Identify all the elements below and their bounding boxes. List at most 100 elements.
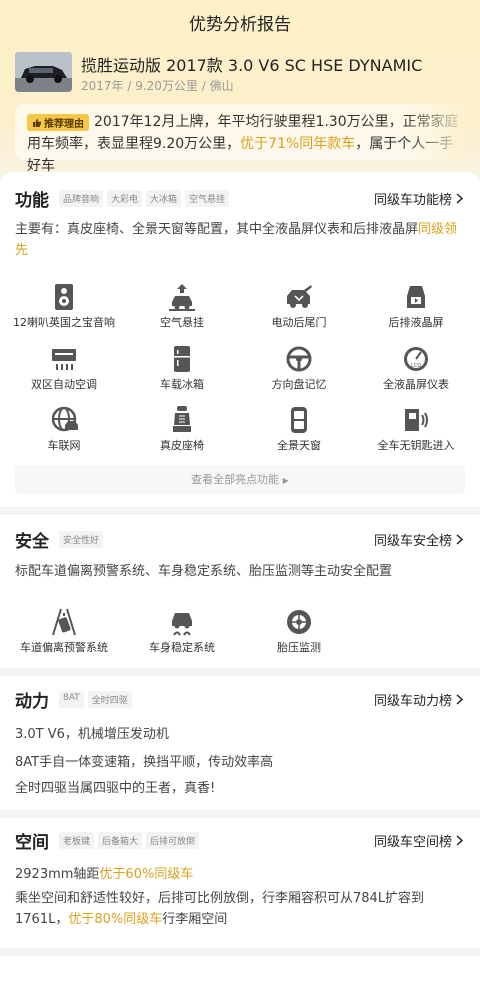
space-wheelbase: 2923mm轴距优于60%同级车 xyxy=(15,863,193,882)
feature-label: 双区自动空调 xyxy=(31,378,97,391)
features-tags: 品牌音响 大彩电 大冰箱 空气悬挂 xyxy=(59,190,230,207)
space-tag: 老板键 xyxy=(59,832,95,849)
safety-tags: 安全性好 xyxy=(59,531,104,548)
reason-fade xyxy=(405,104,465,160)
feature-item-connected[interactable]: 车联网 xyxy=(4,405,124,453)
power-rank-link[interactable]: 同级车动力榜 xyxy=(374,690,463,709)
feature-item-fridge[interactable]: 车载冰箱 xyxy=(122,344,242,392)
feature-tag: 大冰箱 xyxy=(146,190,182,207)
safety-desc: 标配车道偏离预警系统、车身稳定系统、胎压监测等主动安全配置 xyxy=(15,564,393,579)
view-all-features-button[interactable]: 查看全部亮点功能 ▶ xyxy=(15,465,465,494)
safety-rank-label: 同级车安全榜 xyxy=(373,534,452,549)
leather-seat-icon xyxy=(173,406,191,432)
space-tags: 老板键 后备箱大 后排可放倒 xyxy=(59,832,200,849)
features-rank-link[interactable]: 同级车功能榜 xyxy=(374,189,463,208)
power-line: 8AT手自一体变速箱，换挡平顺，传动效率高 xyxy=(15,755,274,770)
feature-item-steering-memory[interactable]: 方向盘记忆 xyxy=(239,344,359,392)
features-rank-label: 同级车功能榜 xyxy=(373,193,452,208)
feature-label: 真皮座椅 xyxy=(160,439,204,452)
power-line: 全时四驱当属四驱中的王者，真香! xyxy=(15,781,216,796)
fridge-icon xyxy=(174,346,190,372)
features-title: 功能 xyxy=(15,191,49,211)
space-tag: 后备箱大 xyxy=(98,832,143,849)
tire-pressure-icon xyxy=(287,610,311,634)
feature-label: 车身稳定系统 xyxy=(149,641,215,654)
svg-text:LCD: LCD xyxy=(411,363,421,369)
safety-tag: 安全性好 xyxy=(59,531,104,548)
feature-item-rear-screen[interactable]: 后排液晶屏 xyxy=(356,282,476,330)
feature-item-leather-seat[interactable]: 真皮座椅 xyxy=(122,405,242,453)
caret-right-icon: ▶ xyxy=(282,476,289,485)
feature-tag: 空气悬挂 xyxy=(185,190,230,207)
features-desc-main: 主要有：真皮座椅、全景天窗等配置，其中全液晶屏仪表和后排液晶屏 xyxy=(15,222,419,237)
power-title: 动力 xyxy=(15,692,49,712)
feature-label: 12喇叭英国之宝音响 xyxy=(13,316,115,329)
feature-item-speaker[interactable]: 12喇叭英国之宝音响 xyxy=(4,282,124,330)
feature-label: 全景天窗 xyxy=(277,439,321,452)
space-desc-highlight: 优于80%同级车 xyxy=(68,912,163,927)
feature-tag: 品牌音响 xyxy=(59,190,104,207)
car-title: 揽胜运动版 2017款 3.0 V6 SC HSE DYNAMIC xyxy=(81,56,423,75)
feature-item-tailgate[interactable]: 电动后尾门 xyxy=(239,282,359,330)
feature-item-lcd-cluster[interactable]: LCD 全液晶屏仪表 xyxy=(356,344,476,392)
feature-tag: 大彩电 xyxy=(107,190,143,207)
feature-label: 后排液晶屏 xyxy=(388,316,444,329)
view-all-label: 查看全部亮点功能 xyxy=(191,473,280,486)
space-title: 空间 xyxy=(15,833,49,853)
space-rank-link[interactable]: 同级车空间榜 xyxy=(374,831,463,850)
bottom-strip xyxy=(0,956,480,986)
car-photo-icon xyxy=(15,52,72,92)
thumbs-up-icon xyxy=(33,118,42,127)
space-card: 空间 老板键 后备箱大 后排可放倒 同级车空间榜 2923mm轴距优于60%同级… xyxy=(0,818,480,948)
feature-item-dual-ac[interactable]: 双区自动空调 xyxy=(4,344,124,392)
space-desc-tail: 行李厢空间 xyxy=(162,912,228,927)
space-rank-label: 同级车空间榜 xyxy=(373,835,452,850)
feature-label: 空气悬挂 xyxy=(160,316,204,329)
recommend-reason-tag: 推荐理由 xyxy=(27,114,89,131)
rear-screen-icon xyxy=(407,286,425,308)
feature-label: 车载冰箱 xyxy=(160,378,204,391)
feature-label: 全液晶屏仪表 xyxy=(383,378,449,391)
feature-item-air-suspension[interactable]: 空气悬挂 xyxy=(122,282,242,330)
page-title: 优势分析报告 xyxy=(189,15,291,35)
chevron-right-icon xyxy=(456,694,463,705)
chevron-right-icon xyxy=(456,835,463,846)
power-rank-label: 同级车动力榜 xyxy=(373,694,452,709)
safety-card: 安全 安全性好 同级车安全榜 标配车道偏离预警系统、车身稳定系统、胎压监测等主动… xyxy=(0,515,480,668)
power-card: 动力 8AT 全时四驱 同级车动力榜 3.0T V6，机械增压发动机 8AT手自… xyxy=(0,676,480,810)
lane-departure-icon xyxy=(52,608,76,636)
feature-label: 胎压监测 xyxy=(277,641,321,654)
safety-title: 安全 xyxy=(15,532,49,552)
feature-label: 方向盘记忆 xyxy=(271,378,327,391)
lcd-cluster-icon: LCD xyxy=(404,347,428,371)
feature-label: 车道偏离预警系统 xyxy=(20,641,108,654)
car-meta: 2017年 / 9.20万公里 / 佛山 xyxy=(81,79,234,93)
feature-label: 车联网 xyxy=(47,439,81,452)
feature-label: 全车无钥匙进入 xyxy=(377,439,455,452)
recommend-reason-box: 2017年12月上牌，年平均行驶里程1.30万公里，正常家庭用车频率，表显里程9… xyxy=(15,104,465,174)
reason-text: 2017年12月上牌，年平均行驶里程1.30万公里，正常家庭用车频率，表显里程9… xyxy=(27,111,463,177)
features-card: 功能 品牌音响 大彩电 大冰箱 空气悬挂 同级车功能榜 主要有：真皮座椅、全景天… xyxy=(0,172,480,507)
safety-item-tire-pressure[interactable]: 胎压监测 xyxy=(239,607,359,655)
car-thumbnail[interactable] xyxy=(15,52,72,92)
steering-memory-icon xyxy=(286,346,312,372)
power-tag: 8AT xyxy=(59,691,84,708)
chevron-right-icon xyxy=(456,193,463,204)
space-wheelbase-text: 2923mm轴距 xyxy=(15,867,100,882)
space-desc: 乘坐空间和舒适性较好，后排可比例放倒，行李厢容积可从784L扩容到1761L，优… xyxy=(15,888,465,930)
safety-item-lane-departure[interactable]: 车道偏离预警系统 xyxy=(4,607,124,655)
speaker-icon xyxy=(55,284,73,310)
feature-item-sunroof[interactable]: 全景天窗 xyxy=(239,405,359,453)
safety-rank-link[interactable]: 同级车安全榜 xyxy=(374,530,463,549)
space-wheelbase-highlight: 优于60%同级车 xyxy=(99,867,194,882)
space-tag: 后排可放倒 xyxy=(146,832,200,849)
feature-label: 电动后尾门 xyxy=(271,316,327,329)
keyless-entry-icon xyxy=(405,409,428,431)
safety-item-stability[interactable]: 车身稳定系统 xyxy=(122,607,242,655)
feature-item-keyless[interactable]: 全车无钥匙进入 xyxy=(356,405,476,453)
reason-text-highlight: 优于71%同年款车 xyxy=(240,136,356,152)
features-desc: 主要有：真皮座椅、全景天窗等配置，其中全液晶屏仪表和后排液晶屏同级领先 xyxy=(15,219,465,261)
panoramic-sunroof-icon xyxy=(291,407,307,433)
power-tags: 8AT 全时四驱 xyxy=(59,691,132,708)
recommend-reason-label: 推荐理由 xyxy=(44,119,84,130)
